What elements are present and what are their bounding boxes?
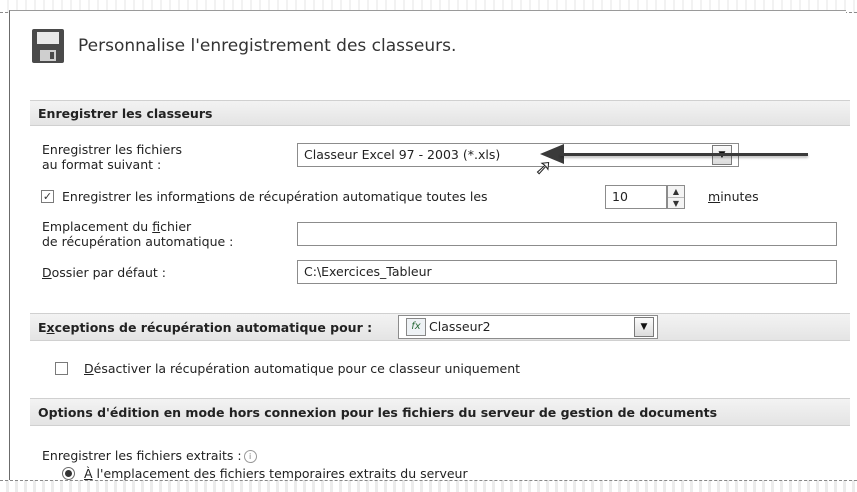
autorecover-label: Enregistrer les informations de récupéra…: [62, 189, 488, 204]
radio-temp-location[interactable]: [62, 467, 75, 480]
chevron-down-icon[interactable]: ▼: [634, 317, 654, 337]
section-header-offline: Options d'édition en mode hors connexion…: [30, 398, 850, 426]
minutes-label: minutes: [708, 189, 759, 204]
floppy-disk-icon: [32, 29, 64, 63]
workbook-select[interactable]: Classeur2: [398, 315, 658, 339]
arrow-annotation-line: [560, 153, 808, 156]
autorecover-location-input[interactable]: [297, 222, 837, 246]
disable-autorecover-label: Désactiver la récupération automatique p…: [84, 361, 521, 376]
page-title: Personnalise l'enregistrement des classe…: [78, 36, 457, 56]
radio-temp-location-label: À l'emplacement des fichiers temporaires…: [84, 466, 468, 481]
location-label: Emplacement du fichier de récupération a…: [42, 219, 234, 249]
autorecover-checkbox[interactable]: ✓: [41, 190, 54, 203]
minutes-spinner[interactable]: ▲ ▼: [667, 185, 685, 209]
autorecover-minutes-input[interactable]: 10: [605, 185, 667, 209]
torn-edge-bottom: [0, 480, 857, 492]
mouse-pointer-icon: ➚: [535, 155, 553, 180]
format-label: Enregistrer les fichiers au format suiva…: [42, 142, 182, 172]
default-folder-label: Dossier par défaut :: [42, 265, 166, 280]
page-header: Personnalise l'enregistrement des classe…: [32, 22, 456, 70]
disable-autorecover-checkbox[interactable]: [55, 362, 68, 375]
info-icon: i: [243, 450, 257, 463]
section-header-save: Enregistrer les classeurs: [30, 100, 850, 126]
excel-workbook-icon: fx: [406, 318, 426, 336]
default-folder-input[interactable]: C:\Exercices_Tableur: [297, 260, 837, 284]
checkout-label: Enregistrer les fichiers extraits :i: [42, 448, 257, 463]
